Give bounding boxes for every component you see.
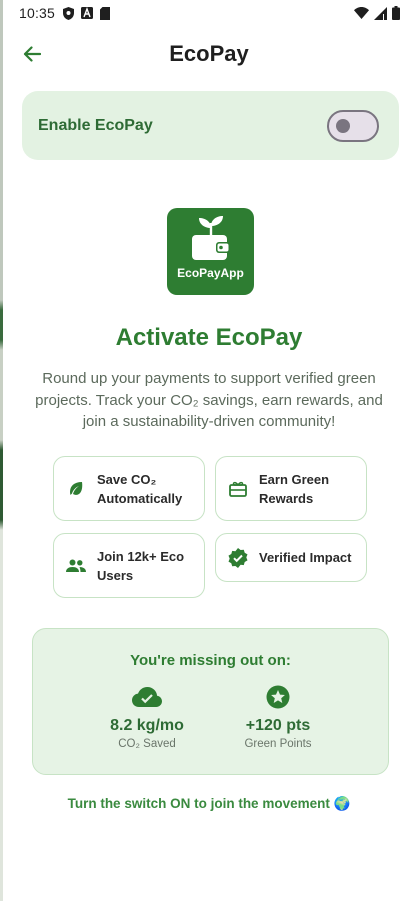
wallet-sprout-icon bbox=[191, 216, 230, 260]
feature-earn-rewards: Earn Green Rewards bbox=[215, 456, 367, 521]
status-icons-left bbox=[63, 6, 111, 20]
cloud-check-icon bbox=[87, 685, 207, 709]
left-edge-strip bbox=[0, 0, 3, 901]
stat-value: +120 pts bbox=[245, 717, 311, 734]
feature-verified-impact: Verified Impact bbox=[215, 533, 367, 582]
feature-join-users: Join 12k+ Eco Users bbox=[53, 533, 205, 598]
sd-card-icon bbox=[100, 6, 111, 20]
status-icons-right bbox=[354, 6, 400, 20]
status-time: 10:35 bbox=[19, 5, 56, 21]
signal-icon bbox=[374, 6, 387, 20]
feature-label: Save CO₂ Automatically bbox=[97, 471, 183, 506]
missing-out-card: You're missing out on: 8.2 kg/mo CO₂ Sav… bbox=[32, 628, 389, 775]
enable-ecopay-label: Enable EcoPay bbox=[38, 116, 153, 134]
enable-ecopay-switch[interactable] bbox=[327, 109, 379, 142]
enable-ecopay-card: Enable EcoPay bbox=[22, 91, 399, 160]
feature-label: Verified Impact bbox=[259, 550, 352, 565]
gift-card-icon bbox=[228, 481, 248, 497]
stat-green-points: +120 pts Green Points bbox=[218, 685, 338, 750]
missing-out-title: You're missing out on: bbox=[130, 652, 291, 669]
font-a-icon bbox=[81, 7, 94, 19]
stat-value: 8.2 kg/mo bbox=[110, 717, 184, 734]
activate-headline: Activate EcoPay bbox=[115, 324, 303, 351]
feature-save-co2: Save CO₂ Automatically bbox=[53, 456, 205, 521]
leaf-icon bbox=[66, 481, 86, 497]
star-badge-icon bbox=[218, 685, 338, 709]
back-button[interactable] bbox=[18, 40, 46, 68]
status-bar: 10:35 bbox=[0, 0, 418, 26]
wifi-icon bbox=[354, 7, 369, 19]
feature-label: Join 12k+ Eco Users bbox=[97, 548, 185, 583]
app-bar: EcoPay bbox=[0, 34, 418, 74]
stat-label: CO₂ Saved bbox=[118, 738, 176, 750]
activate-description: Round up your payments to support verifi… bbox=[35, 370, 383, 430]
switch-thumb bbox=[336, 118, 350, 133]
logo-text: EcoPayApp bbox=[177, 266, 244, 280]
stat-co2-saved: 8.2 kg/mo CO₂ Saved bbox=[87, 685, 207, 750]
ecopay-app-logo: EcoPayApp bbox=[167, 208, 254, 295]
verified-badge-icon bbox=[228, 547, 248, 568]
page-title: EcoPay bbox=[169, 41, 249, 66]
shield-icon bbox=[63, 6, 75, 20]
arrow-back-icon bbox=[23, 46, 41, 62]
battery-icon bbox=[392, 6, 400, 20]
cta-message: Turn the switch ON to join the movement … bbox=[67, 796, 351, 811]
stat-label: Green Points bbox=[244, 738, 312, 750]
feature-label: Earn Green Rewards bbox=[259, 471, 330, 506]
people-icon bbox=[66, 559, 86, 573]
